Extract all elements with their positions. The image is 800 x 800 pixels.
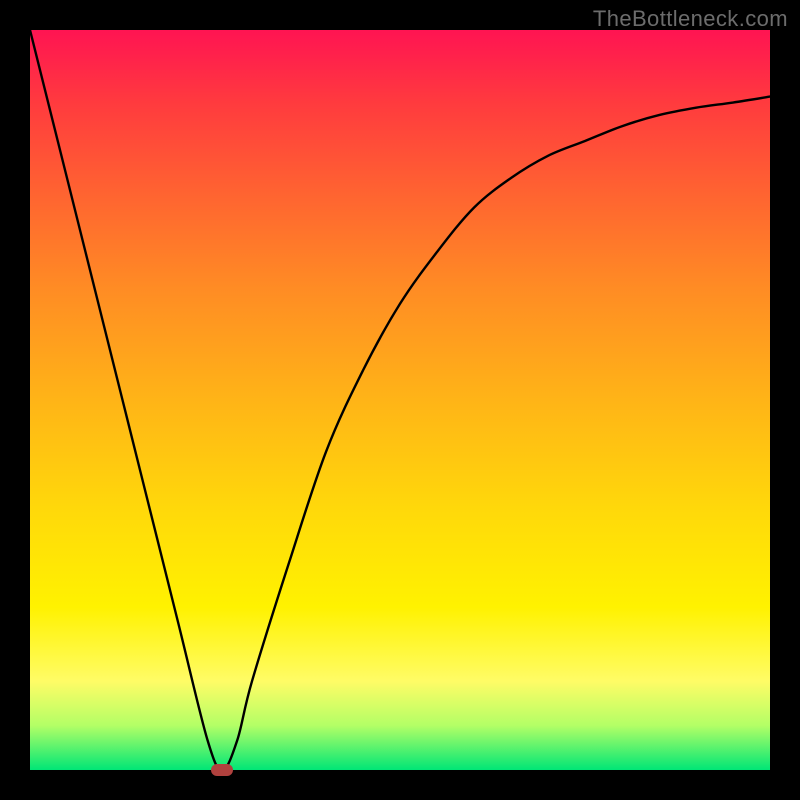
- bottleneck-curve: [30, 30, 770, 770]
- min-point-marker: [211, 764, 233, 776]
- watermark-text: TheBottleneck.com: [593, 6, 788, 32]
- chart-frame: TheBottleneck.com: [0, 0, 800, 800]
